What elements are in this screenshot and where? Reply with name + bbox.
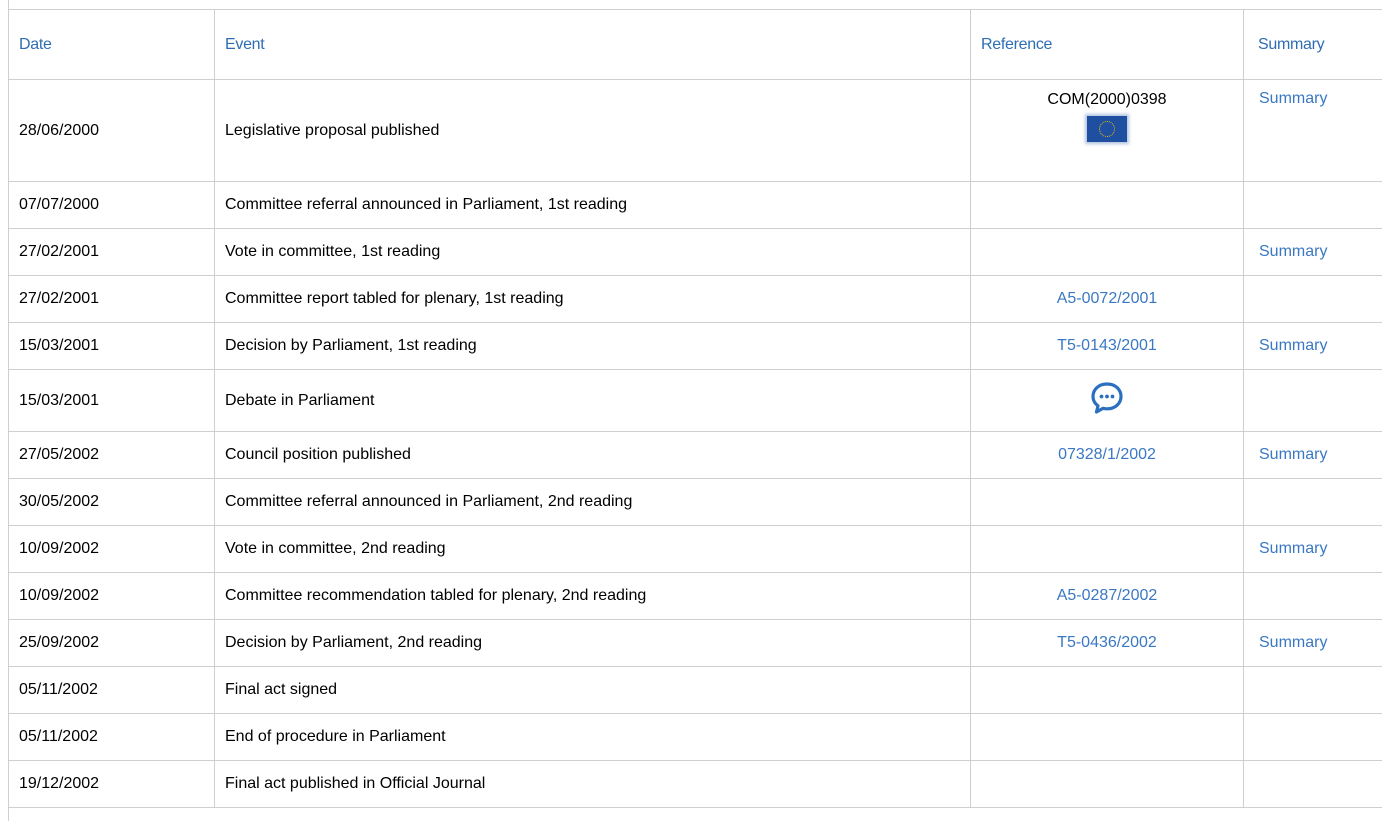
table-row: 25/09/2002 Decision by Parliament, 2nd r… [8, 619, 1382, 667]
reference-link[interactable]: 07328/1/2002 [1058, 446, 1156, 463]
event-cell: Legislative proposal published [214, 79, 971, 182]
reference-cell: T5-0436/2002 [970, 619, 1244, 667]
summary-link[interactable]: Summary [1259, 337, 1327, 354]
date-cell: 25/09/2002 [8, 619, 215, 667]
table-row: 28/06/2000 Legislative proposal publishe… [8, 79, 1382, 182]
summary-cell [1243, 275, 1382, 323]
reference-link[interactable]: A5-0072/2001 [1057, 290, 1158, 307]
event-cell: Council position published [214, 431, 971, 479]
summary-cell: Summary [1243, 431, 1382, 479]
key-events-table: Date Event Reference Summary 28/06/2000 … [8, 9, 1382, 808]
table-row: 30/05/2002 Committee referral announced … [8, 478, 1382, 526]
event-cell: Final act published in Official Journal [214, 760, 971, 808]
table-row: 15/03/2001 Decision by Parliament, 1st r… [8, 322, 1382, 370]
summary-cell [1243, 181, 1382, 229]
reference-cell [970, 760, 1244, 808]
column-header-date[interactable]: Date [8, 9, 215, 80]
column-header-event[interactable]: Event [214, 9, 971, 80]
date-cell: 10/09/2002 [8, 572, 215, 620]
table-row: 05/11/2002 End of procedure in Parliamen… [8, 713, 1382, 761]
date-cell: 15/03/2001 [8, 369, 215, 432]
date-cell: 10/09/2002 [8, 525, 215, 573]
reference-cell [970, 666, 1244, 714]
summary-cell: Summary [1243, 322, 1382, 370]
reference-cell: A5-0287/2002 [970, 572, 1244, 620]
table-row: 05/11/2002 Final act signed [8, 666, 1382, 714]
table-row: 07/07/2000 Committee referral announced … [8, 181, 1382, 229]
date-cell: 15/03/2001 [8, 322, 215, 370]
summary-cell [1243, 666, 1382, 714]
reference-cell [970, 713, 1244, 761]
table-row: 27/02/2001 Committee report tabled for p… [8, 275, 1382, 323]
date-cell: 07/07/2000 [8, 181, 215, 229]
summary-link[interactable]: Summary [1259, 243, 1327, 260]
summary-cell [1243, 572, 1382, 620]
event-cell: Committee referral announced in Parliame… [214, 181, 971, 229]
column-header-summary[interactable]: Summary [1243, 9, 1382, 80]
summary-link[interactable]: Summary [1259, 90, 1327, 107]
date-cell: 05/11/2002 [8, 666, 215, 714]
date-cell: 27/02/2001 [8, 228, 215, 276]
reference-link[interactable]: T5-0143/2001 [1057, 337, 1157, 354]
eu-stars-ring [1099, 121, 1115, 137]
event-cell: Committee recommendation tabled for plen… [214, 572, 971, 620]
table-row: 27/02/2001 Vote in committee, 1st readin… [8, 228, 1382, 276]
summary-cell [1243, 760, 1382, 808]
reference-cell [970, 369, 1244, 432]
event-cell: Decision by Parliament, 1st reading [214, 322, 971, 370]
event-cell: Final act signed [214, 666, 971, 714]
date-cell: 05/11/2002 [8, 713, 215, 761]
event-cell: Vote in committee, 2nd reading [214, 525, 971, 573]
summary-cell: Summary [1243, 79, 1382, 182]
date-cell: 27/05/2002 [8, 431, 215, 479]
reference-link[interactable]: A5-0287/2002 [1057, 587, 1158, 604]
table-row: 15/03/2001 Debate in Parliament [8, 369, 1382, 432]
summary-link[interactable]: Summary [1259, 634, 1327, 651]
table-row: 27/05/2002 Council position published 07… [8, 431, 1382, 479]
table-row: 19/12/2002 Final act published in Offici… [8, 760, 1382, 808]
reference-text: COM(2000)0398 [1047, 91, 1167, 108]
column-header-reference[interactable]: Reference [970, 9, 1244, 80]
summary-link[interactable]: Summary [1259, 540, 1327, 557]
summary-cell [1243, 369, 1382, 432]
reference-cell: COM(2000)0398 [970, 79, 1244, 182]
table-row: 10/09/2002 Committee recommendation tabl… [8, 572, 1382, 620]
reference-cell: 07328/1/2002 [970, 431, 1244, 479]
summary-link[interactable]: Summary [1259, 446, 1327, 463]
date-cell: 30/05/2002 [8, 478, 215, 526]
reference-cell [970, 478, 1244, 526]
speech-bubble-icon[interactable] [1089, 380, 1125, 416]
event-cell: Decision by Parliament, 2nd reading [214, 619, 971, 667]
summary-cell: Summary [1243, 619, 1382, 667]
event-cell: Vote in committee, 1st reading [214, 228, 971, 276]
date-cell: 28/06/2000 [8, 79, 215, 182]
eu-flag-icon[interactable] [1087, 116, 1127, 142]
reference-cell: A5-0072/2001 [970, 275, 1244, 323]
reference-cell [970, 525, 1244, 573]
event-cell: Debate in Parliament [214, 369, 971, 432]
summary-cell [1243, 478, 1382, 526]
table-header-row: Date Event Reference Summary [8, 9, 1382, 80]
reference-cell: T5-0143/2001 [970, 322, 1244, 370]
summary-cell: Summary [1243, 228, 1382, 276]
date-cell: 27/02/2001 [8, 275, 215, 323]
reference-cell [970, 181, 1244, 229]
reference-cell [970, 228, 1244, 276]
event-cell: Committee referral announced in Parliame… [214, 478, 971, 526]
summary-cell: Summary [1243, 525, 1382, 573]
event-cell: End of procedure in Parliament [214, 713, 971, 761]
summary-cell [1243, 713, 1382, 761]
date-cell: 19/12/2002 [8, 760, 215, 808]
reference-link[interactable]: T5-0436/2002 [1057, 634, 1157, 651]
table-row: 10/09/2002 Vote in committee, 2nd readin… [8, 525, 1382, 573]
event-cell: Committee report tabled for plenary, 1st… [214, 275, 971, 323]
